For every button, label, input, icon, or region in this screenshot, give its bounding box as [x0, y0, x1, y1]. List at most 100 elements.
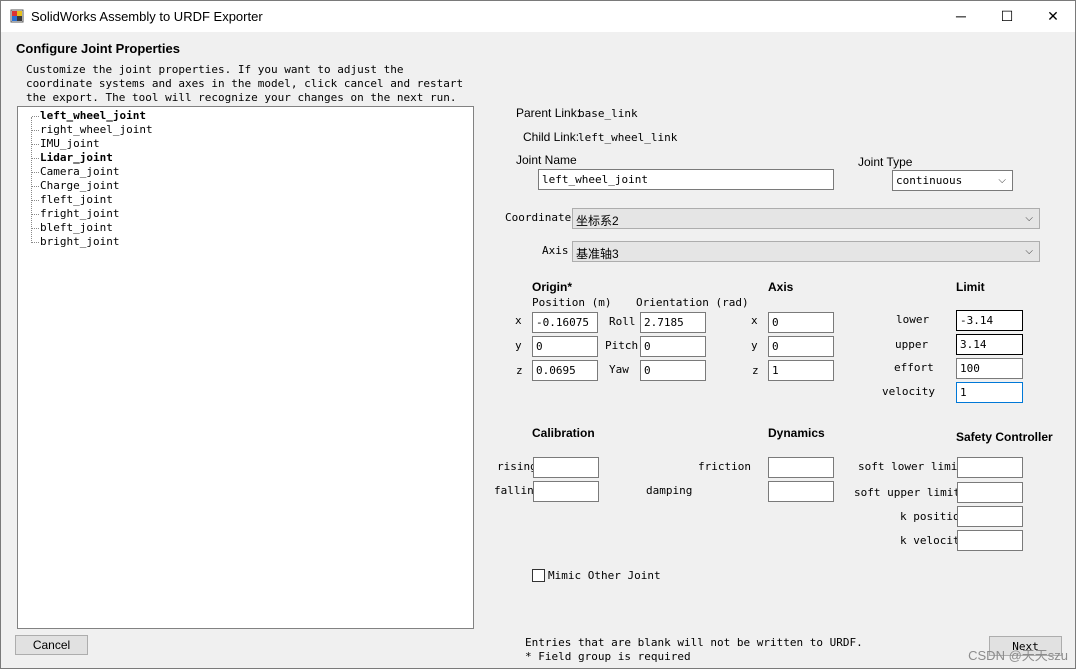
limit-section-title: Limit — [956, 280, 985, 294]
app-icon — [10, 9, 24, 23]
origin-y-input[interactable]: 0 — [532, 336, 598, 357]
tree-connector — [32, 116, 39, 117]
joint-type-value: continuous — [896, 174, 963, 187]
soft-lower-label: soft lower limit — [858, 460, 964, 473]
joint-tree[interactable]: left_wheel_joint right_wheel_joint IMU_joi… — [17, 106, 474, 629]
origin-section-title: Origin* — [532, 280, 573, 294]
soft-lower-input[interactable] — [957, 457, 1023, 478]
tree-connector — [32, 200, 39, 201]
tree-connector — [32, 158, 39, 159]
soft-upper-input[interactable] — [957, 482, 1023, 503]
mimic-label: Mimic Other Joint — [548, 569, 661, 582]
lower-input[interactable]: -3.14 — [956, 310, 1023, 331]
velocity-input[interactable]: 1 — [956, 382, 1023, 403]
pitch-input[interactable]: 0 — [640, 336, 706, 357]
safety-section-title: Safety Controller — [956, 430, 1053, 444]
roll-label: Roll — [609, 315, 636, 328]
tree-item[interactable]: bleft_joint — [40, 221, 113, 235]
origin-x-label: x — [515, 314, 522, 327]
tree-connector — [32, 186, 39, 187]
parent-link-value: base_link — [578, 107, 638, 120]
page-heading: Configure Joint Properties — [16, 41, 180, 56]
tree-connector-line — [31, 117, 32, 243]
rising-input[interactable] — [533, 457, 599, 478]
page-description: Customize the joint properties. If you w… — [26, 63, 464, 104]
tree-item[interactable]: fleft_joint — [40, 193, 113, 207]
origin-y-label: y — [515, 339, 522, 352]
tree-connector — [32, 228, 39, 229]
tree-connector — [32, 172, 39, 173]
tree-item[interactable]: Charge_joint — [40, 179, 119, 193]
chevron-down-icon: ⌵ — [998, 175, 1006, 186]
damping-label: damping — [646, 484, 693, 497]
cancel-button[interactable]: Cancel — [15, 635, 88, 655]
axis-y-input[interactable]: 0 — [768, 336, 834, 357]
tree-item[interactable]: Lidar_joint — [40, 151, 113, 165]
origin-x-input[interactable]: -0.16075 — [532, 312, 598, 333]
calibration-section-title: Calibration — [532, 426, 595, 440]
friction-label: friction — [698, 460, 751, 473]
blank-entries-note: Entries that are blank will not be writt… — [525, 636, 863, 649]
tree-item[interactable]: bright_joint — [40, 235, 119, 249]
tree-connector — [32, 214, 39, 215]
axis-select-value: 基准轴3 — [576, 247, 619, 261]
minimize-button[interactable]: ─ — [938, 0, 984, 32]
axis-select[interactable]: 基准轴3 ⌵ — [572, 241, 1040, 262]
dynamics-section-title: Dynamics — [768, 426, 825, 440]
axis-select-label: Axis — [542, 244, 569, 257]
axis-z-label: z — [752, 364, 759, 377]
axis-z-input[interactable]: 1 — [768, 360, 834, 381]
child-link-value: left_wheel_link — [578, 131, 678, 144]
joint-name-label: Joint Name — [516, 153, 577, 167]
tree-item[interactable]: fright_joint — [40, 207, 119, 221]
rising-label: rising — [497, 460, 537, 473]
title-bar: SolidWorks Assembly to URDF Exporter ─ ☐… — [0, 0, 1076, 32]
axis-x-input[interactable]: 0 — [768, 312, 834, 333]
required-field-note: * Field group is required — [525, 650, 691, 663]
axis-y-label: y — [751, 339, 758, 352]
tree-item[interactable]: left_wheel_joint — [40, 109, 146, 123]
window-title: SolidWorks Assembly to URDF Exporter — [31, 9, 263, 24]
upper-input[interactable]: 3.14 — [956, 334, 1023, 355]
joint-type-select[interactable]: continuous ⌵ — [892, 170, 1013, 191]
falling-input[interactable] — [533, 481, 599, 502]
maximize-button[interactable]: ☐ — [984, 0, 1030, 32]
parent-link-label: Parent Link: — [516, 106, 581, 120]
tree-connector — [32, 130, 39, 131]
axis-section-title: Axis — [768, 280, 794, 294]
friction-input[interactable] — [768, 457, 834, 478]
roll-input[interactable]: 2.7185 — [640, 312, 706, 333]
tree-item[interactable]: right_wheel_joint — [40, 123, 153, 137]
coordinates-select[interactable]: 坐标系2 ⌵ — [572, 208, 1040, 229]
watermark: CSDN @天天szu — [968, 648, 1068, 663]
close-button[interactable]: ✕ — [1030, 0, 1076, 32]
lower-label: lower — [896, 313, 930, 326]
tree-item[interactable]: Camera_joint — [40, 165, 119, 179]
joint-type-label: Joint Type — [858, 155, 913, 169]
chevron-down-icon: ⌵ — [1025, 246, 1033, 257]
soft-upper-label: soft upper limit — [854, 486, 960, 499]
upper-label: upper — [895, 338, 929, 351]
origin-z-input[interactable]: 0.0695 — [532, 360, 598, 381]
origin-z-label: z — [516, 364, 523, 377]
yaw-input[interactable]: 0 — [640, 360, 706, 381]
mimic-checkbox[interactable] — [532, 569, 545, 582]
chevron-down-icon: ⌵ — [1025, 213, 1033, 224]
effort-input[interactable]: 100 — [956, 358, 1023, 379]
child-link-label: Child Link: — [523, 130, 580, 144]
joint-name-input[interactable]: left_wheel_joint — [538, 169, 834, 190]
orientation-label: Orientation (rad) — [636, 296, 749, 309]
effort-label: effort — [894, 361, 934, 374]
axis-x-label: x — [751, 314, 758, 327]
tree-connector — [32, 242, 39, 243]
position-label: Position (m) — [532, 296, 612, 309]
pitch-label: Pitch — [605, 339, 639, 352]
velocity-label: velocity — [882, 385, 935, 398]
coordinates-label: Coordinates — [505, 211, 578, 224]
k-position-input[interactable] — [957, 506, 1023, 527]
damping-input[interactable] — [768, 481, 834, 502]
tree-item[interactable]: IMU_joint — [40, 137, 100, 151]
coordinates-value: 坐标系2 — [576, 214, 619, 228]
yaw-label: Yaw — [609, 363, 629, 376]
k-velocity-input[interactable] — [957, 530, 1023, 551]
